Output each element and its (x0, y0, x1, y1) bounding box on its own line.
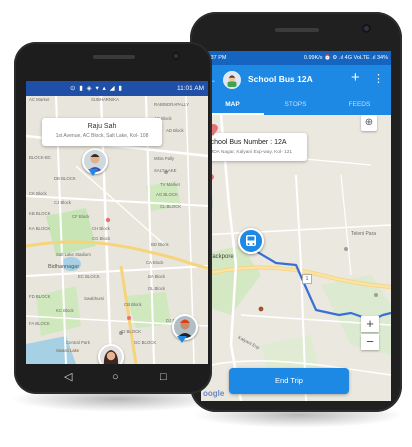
bus-marker-icon[interactable] (238, 228, 264, 254)
speaker-grille (275, 28, 319, 32)
front-camera (362, 24, 371, 33)
map-label: AG BLOCK (156, 192, 178, 197)
student-avatar-3[interactable] (98, 344, 124, 364)
app-bar: ← School Bus 12A + ⋮ (201, 65, 391, 95)
map-label: SALT LAKE (154, 168, 177, 173)
zoom-in-button[interactable]: + (361, 316, 379, 332)
zoom-out-button[interactable]: − (361, 334, 379, 350)
bus-location-label: SMDA Nagar, Kalyani Exp-way, Kol- 121 (206, 150, 293, 155)
map-label: KA BLOCK (29, 226, 51, 231)
bus-info-box[interactable]: School Bus Number : 12A SMDA Nagar, Kaly… (201, 133, 307, 161)
add-icon[interactable]: + (351, 70, 360, 86)
status-bar: ⊙ ▮ ◈ ▾ ▴ ◢ ▮ 11:01 AM (26, 81, 208, 96)
status-indicators-icon: ⊙ ▮ ◈ ▾ ▴ ◢ ▮ (70, 85, 123, 92)
student-address: 1st Avenue, AC Block, Salt Lake, Kol- 10… (55, 133, 149, 139)
map-label: BD Block (151, 242, 169, 247)
map-label: TV Market (160, 182, 180, 187)
map-label: FD BLOCK (29, 294, 51, 299)
left-phone: ⊙ ▮ ◈ ▾ ▴ ◢ ▮ 11:01 AM AC Market SUBHARN… (14, 42, 212, 394)
map-label: CA Block (146, 260, 164, 265)
speaker-grille (93, 55, 135, 59)
map-label: CI BLOCK (121, 329, 142, 334)
tab-feeds[interactable]: FEEDS (328, 95, 391, 115)
map-label: CF Block (72, 214, 90, 219)
map-label: CJ Block (54, 200, 71, 205)
location-pointer-icon (88, 169, 98, 176)
end-trip-button[interactable]: End Trip (229, 368, 349, 394)
back-nav-icon[interactable]: ◁ (64, 369, 72, 385)
map-label: AC Market (29, 97, 50, 102)
map-label: Bidhannagar (48, 264, 80, 270)
status-time-value: 11:01 (177, 85, 193, 92)
map-label: Swasti Lake (56, 348, 80, 353)
map-label: CH Block (92, 226, 110, 231)
map-label: Salt Lake Stadium (56, 252, 91, 257)
map-label: Mitra Pally (154, 156, 175, 161)
map-label-teleni-para: Teleni Para (351, 231, 377, 237)
map-label: KC Block (56, 308, 74, 313)
map-label: CK Block (29, 191, 47, 196)
map-label: Central Park (66, 340, 90, 345)
map-label: RABINDRAPALLY (154, 102, 189, 107)
map-label: BA Block (148, 274, 166, 279)
google-logo: oogle (203, 389, 225, 398)
city-map[interactable]: AC Market SUBHARNIKA RABINDRAPALLY AC Bl… (26, 96, 208, 364)
tab-stops[interactable]: STOPS (264, 95, 327, 115)
front-camera (172, 52, 180, 60)
map-label: DB BLOCK (54, 176, 76, 181)
student-tracking-screen: ⊙ ▮ ◈ ▾ ▴ ◢ ▮ 11:01 AM AC Market SUBHARN… (26, 81, 208, 364)
student-callout[interactable]: Raju Sah 1st Avenue, AC Block, Salt Lake… (42, 118, 162, 146)
app-title: School Bus 12A (248, 74, 313, 84)
map-label: FA BLOCK (29, 321, 50, 326)
map-label: CB Block (124, 302, 142, 307)
recents-nav-icon[interactable]: □ (160, 369, 167, 385)
right-phone: 2:37 PM 0.99K/s ⏰ ⚙ .ıl 4G VoLTE .ıl 34%… (190, 12, 402, 412)
map-label: KB BLOCK (29, 211, 51, 216)
status-indicators: 0.99K/s ⏰ ⚙ .ıl 4G VoLTE .ıl 34% (303, 55, 388, 61)
map-label: AD Block (166, 128, 184, 133)
school-bus-logo-icon (223, 71, 241, 89)
map-label: GC BLOCK (134, 340, 157, 345)
map-label: Swabhumi (84, 296, 105, 301)
tab-bar: MAP STOPS FEEDS (201, 95, 391, 115)
bus-tracking-screen: 2:37 PM 0.99K/s ⏰ ⚙ .ıl 4G VoLTE .ıl 34%… (201, 51, 391, 401)
student-name: Raju Sah (87, 123, 117, 130)
android-nav-bar: ◁ ○ □ (26, 364, 208, 390)
home-nav-icon[interactable]: ○ (112, 369, 119, 385)
status-bar: 2:37 PM 0.99K/s ⏰ ⚙ .ıl 4G VoLTE .ıl 34% (201, 51, 391, 65)
map-label: BLOCK-BC (29, 155, 51, 160)
location-pointer-icon (177, 336, 187, 343)
map-label: CG Block (92, 236, 111, 241)
map-label: CL BLOCK (160, 204, 182, 209)
status-time: 11:01 AM (177, 81, 204, 96)
map-label: EC BLOCK (78, 274, 100, 279)
my-location-icon[interactable]: ⊕ (361, 115, 377, 131)
status-time-suffix: AM (194, 85, 204, 92)
map-label: DL Block (148, 286, 166, 291)
bus-number-label: School Bus Number : 12A (206, 139, 287, 146)
map-label: SUBHARNIKA (91, 97, 119, 102)
more-options-icon[interactable]: ⋮ (373, 72, 384, 86)
route-number-badge: 1 (302, 274, 312, 284)
